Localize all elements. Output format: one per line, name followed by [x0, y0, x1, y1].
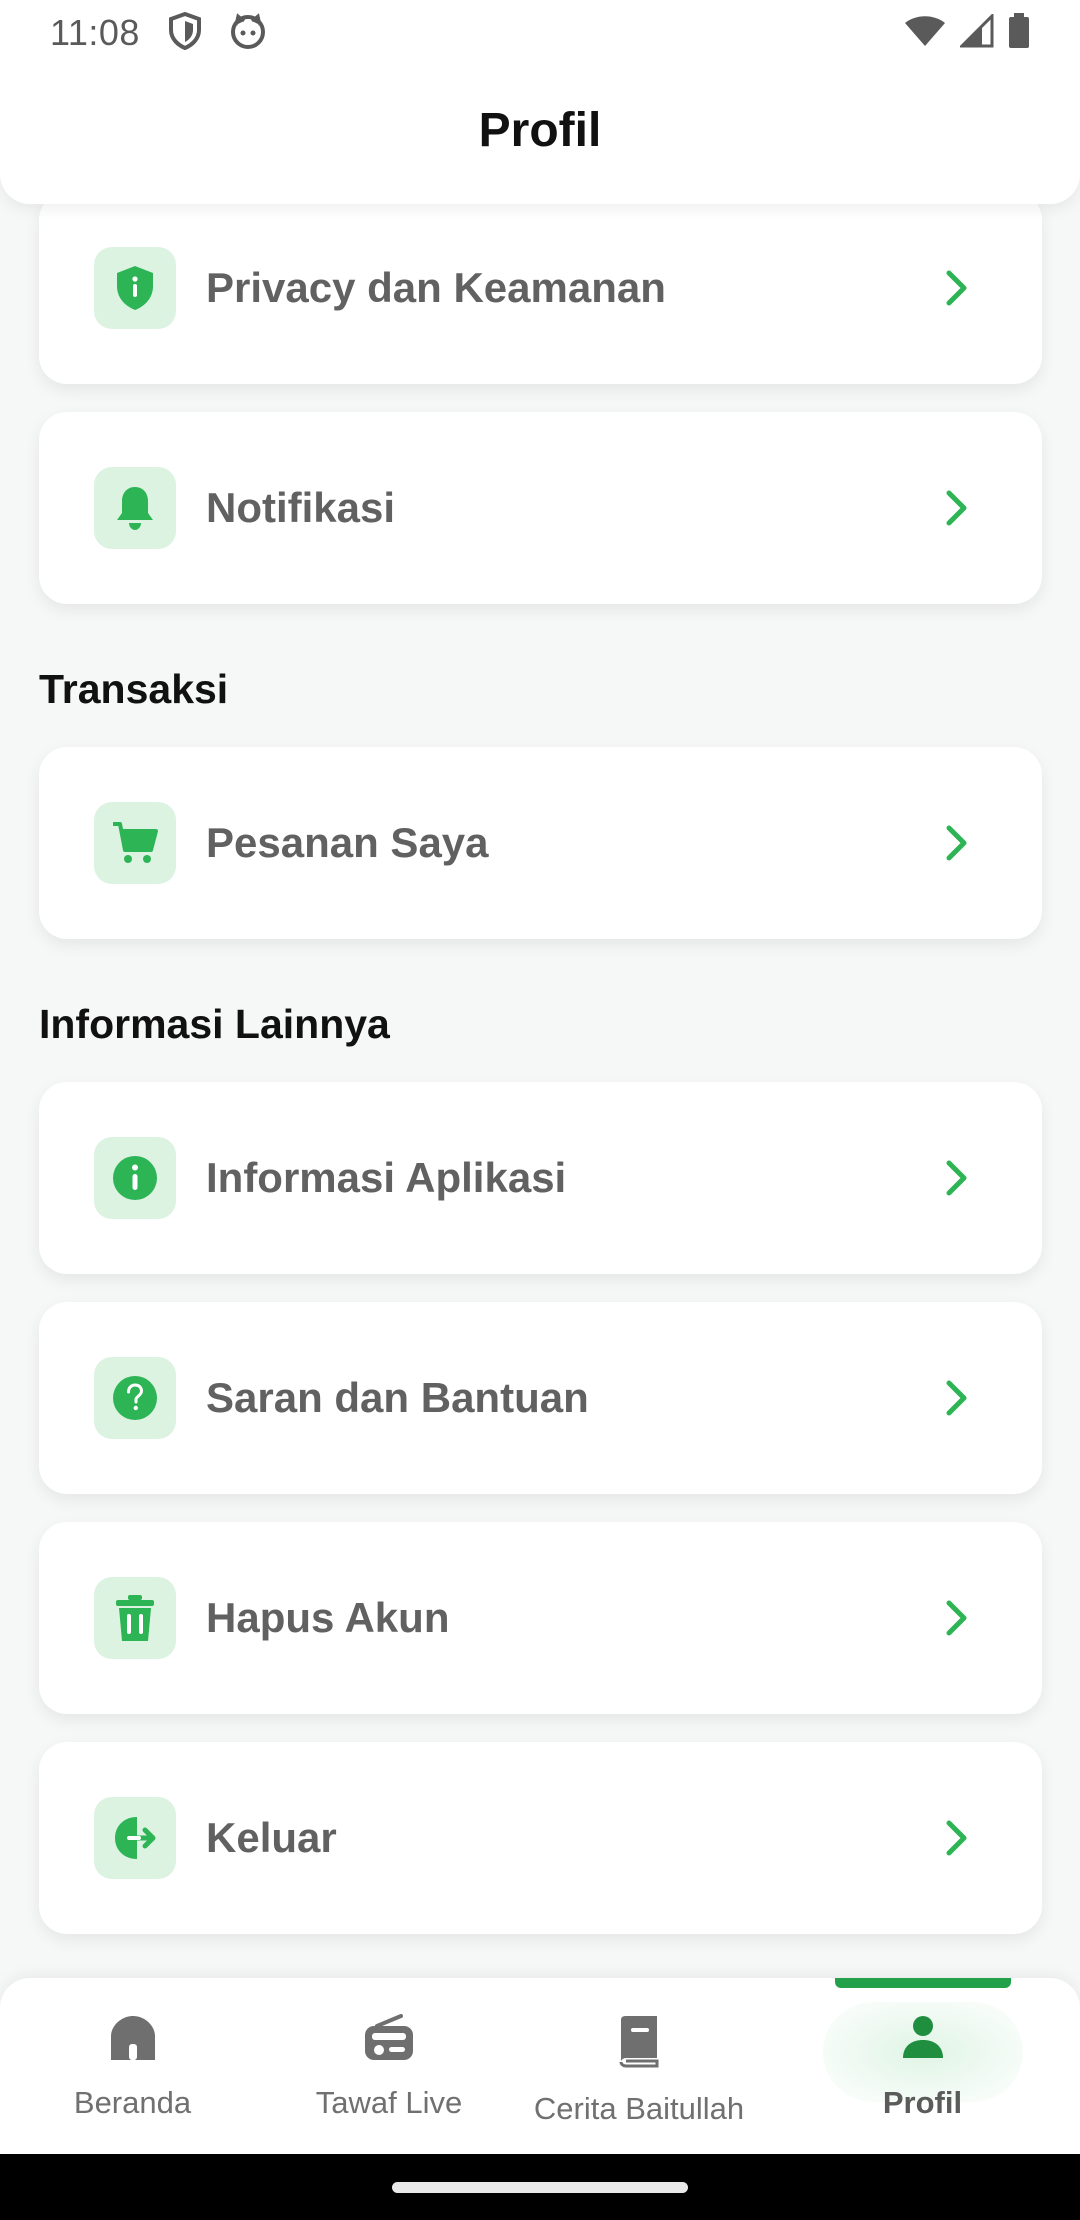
bell-icon [94, 467, 176, 549]
nav-label: Beranda [73, 2085, 192, 2120]
chevron-right-icon [937, 1158, 977, 1198]
help-icon [94, 1357, 176, 1439]
nav-item-beranda[interactable]: Beranda [0, 1978, 265, 2154]
profile-content: Privacy dan Keamanan Notifikasi Transaks… [0, 0, 1080, 2220]
chevron-right-icon [937, 488, 977, 528]
wifi-icon [904, 14, 946, 53]
cellular-signal-icon [958, 11, 994, 53]
nav-label: Profil [882, 2085, 963, 2120]
menu-item-label: Hapus Akun [206, 1594, 450, 1641]
app-header: Profil [0, 66, 1080, 204]
menu-item-informasi-aplikasi[interactable]: Informasi Aplikasi [39, 1082, 1042, 1274]
chevron-right-icon [937, 268, 977, 308]
nav-item-cerita-baitullah[interactable]: Cerita Baitullah [513, 1978, 765, 2154]
home-gesture-handle[interactable] [392, 2181, 688, 2193]
book-icon [615, 2014, 663, 2073]
shield-alert-icon [94, 247, 176, 329]
menu-item-label: Pesanan Saya [206, 819, 489, 866]
bottom-navigation: Beranda Tawaf Live Cerita Baitullah Prof… [0, 1978, 1080, 2154]
menu-item-label: Privacy dan Keamanan [206, 264, 666, 311]
cart-icon [94, 802, 176, 884]
chevron-right-icon [937, 1818, 977, 1858]
home-icon [107, 2014, 159, 2067]
section-title-informasi: Informasi Lainnya [39, 1001, 390, 1047]
status-bar: 11:08 [0, 0, 1080, 66]
page-title: Profil [478, 103, 602, 157]
radio-icon [363, 2014, 415, 2067]
status-left: 11:08 [50, 11, 266, 55]
status-right [904, 11, 1030, 54]
chevron-right-icon [937, 1598, 977, 1638]
menu-item-keluar[interactable]: Keluar [39, 1742, 1042, 1934]
nav-item-tawaf-live[interactable]: Tawaf Live [265, 1978, 513, 2154]
nav-item-profil[interactable]: Profil [765, 1978, 1080, 2154]
menu-item-label: Saran dan Bantuan [206, 1374, 589, 1421]
menu-item-privacy[interactable]: Privacy dan Keamanan [39, 192, 1042, 384]
system-gesture-area [0, 2154, 1080, 2220]
menu-item-label: Notifikasi [206, 484, 396, 531]
logout-icon [94, 1797, 176, 1879]
nav-label: Tawaf Live [315, 2085, 463, 2120]
nav-label: Cerita Baitullah [533, 2091, 745, 2126]
menu-item-pesanan-saya[interactable]: Pesanan Saya [39, 747, 1042, 939]
active-indicator [834, 1978, 1011, 1988]
menu-item-label: Keluar [206, 1814, 337, 1861]
chevron-right-icon [937, 1378, 977, 1418]
person-icon [901, 2014, 945, 2067]
menu-item-notifikasi[interactable]: Notifikasi [39, 412, 1042, 604]
chevron-right-icon [937, 823, 977, 863]
section-title-transaksi: Transaksi [39, 666, 229, 712]
status-time: 11:08 [50, 12, 140, 53]
info-icon [94, 1137, 176, 1219]
trash-icon [94, 1577, 176, 1659]
menu-item-saran-bantuan[interactable]: Saran dan Bantuan [39, 1302, 1042, 1494]
menu-item-label: Informasi Aplikasi [206, 1154, 567, 1201]
cat-face-icon [230, 12, 266, 54]
menu-item-hapus-akun[interactable]: Hapus Akun [39, 1522, 1042, 1714]
battery-icon [1008, 12, 1030, 54]
shield-icon [168, 11, 202, 55]
